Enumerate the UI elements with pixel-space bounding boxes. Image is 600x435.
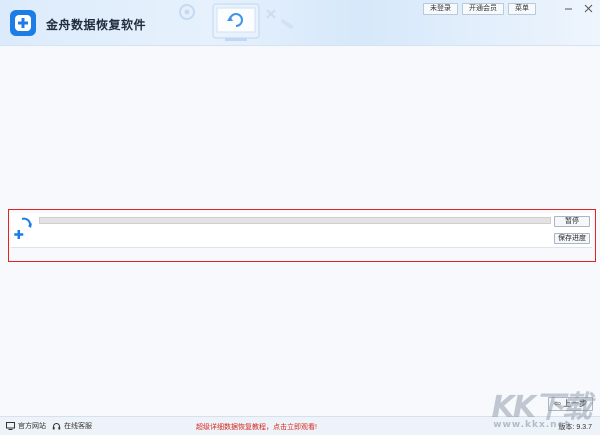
minimize-icon[interactable]: [562, 2, 574, 14]
title-bar: 金舟数据恢复软件 未登录 开通会员 菜单: [0, 0, 600, 46]
tutorial-promo-link[interactable]: 超级详细数据恢复教程，点击立即观看!: [196, 422, 317, 432]
official-site-label: 官方网站: [18, 423, 46, 430]
recovery-progress-bar: [39, 217, 551, 224]
monitor-icon: [6, 422, 15, 430]
header-illustration-icon: [179, 3, 294, 41]
headset-icon: [52, 422, 61, 429]
close-icon[interactable]: [582, 2, 594, 14]
menu-button[interactable]: 菜单: [508, 3, 536, 15]
login-status-button[interactable]: 未登录: [423, 3, 458, 15]
save-progress-button[interactable]: 保存进度: [554, 233, 590, 244]
online-service-link[interactable]: 在线客服: [52, 421, 92, 431]
recovery-spinner-icon: [14, 217, 32, 239]
official-site-link[interactable]: 官方网站: [6, 421, 46, 431]
online-service-label: 在线客服: [64, 423, 92, 430]
progress-row: 暂停 保存进度: [11, 213, 592, 248]
recovery-progress-panel: 暂停 保存进度: [8, 209, 596, 262]
pause-button[interactable]: 暂停: [554, 216, 590, 227]
main-content: 暂停 保存进度 ⇦ 上一步: [0, 47, 600, 416]
app-title: 金舟数据恢复软件: [46, 18, 147, 32]
watermark-url: www.kkx.net: [493, 420, 570, 430]
app-logo-icon: [10, 10, 36, 36]
membership-button[interactable]: 开通会员: [462, 3, 504, 15]
